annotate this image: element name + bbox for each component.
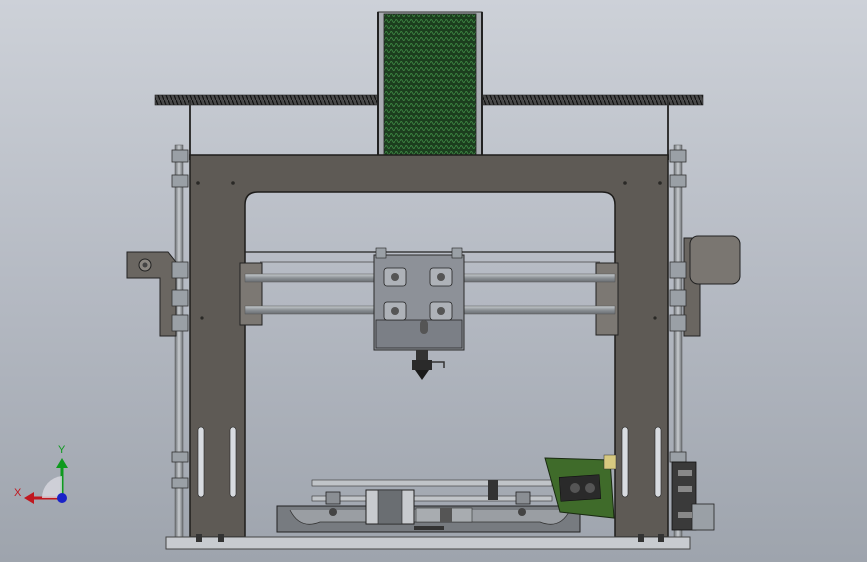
- axis-triad: X Y: [14, 444, 68, 504]
- left-x-end-bracket: [126, 251, 177, 337]
- triad-z-axis: [57, 493, 67, 503]
- right-motor: [689, 235, 741, 285]
- base-plate: [165, 536, 691, 550]
- left-bracket-bolt: [142, 262, 148, 268]
- triad-x-label: X: [14, 487, 22, 499]
- left-x-end-block: [239, 262, 263, 326]
- cad-viewport[interactable]: X Y: [0, 0, 867, 562]
- y-axis-assembly: [276, 479, 581, 533]
- triad-x-arrowhead: [24, 492, 34, 504]
- right-side-electronics: [671, 461, 715, 531]
- x-carriage: [373, 247, 465, 351]
- triad-y-arrowhead: [56, 458, 68, 468]
- hotend: [412, 350, 445, 380]
- triad-y-label: Y: [58, 444, 66, 456]
